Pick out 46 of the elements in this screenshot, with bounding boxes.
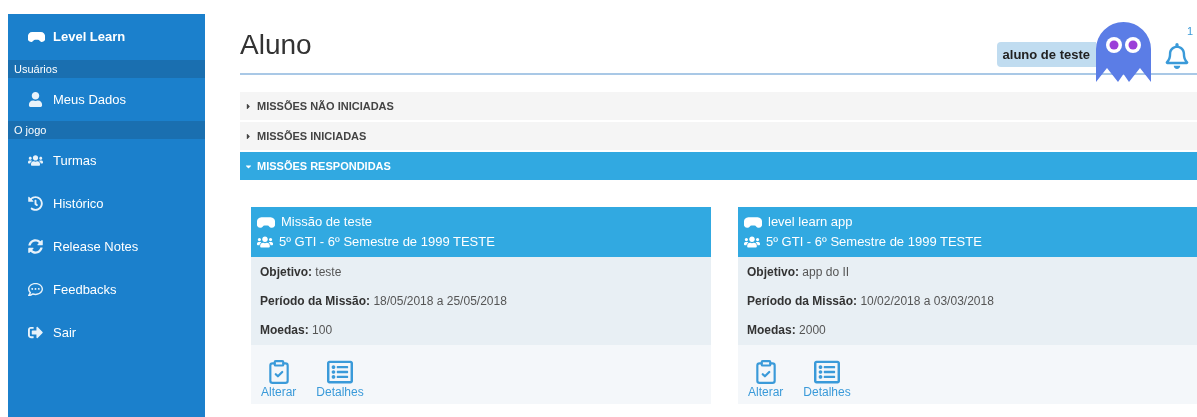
gamepad-icon [28,31,45,43]
history-icon [28,196,43,211]
class-name: 5º GTI - 6º Semestre de 1999 TESTE [279,233,495,252]
list-icon [327,359,354,385]
caret-right-icon [244,101,253,111]
notification-count: 1 [1187,26,1194,37]
ghost-avatar [1096,22,1151,82]
class-name: 5º GTI - 6º Semestre de 1999 TESTE [766,233,982,252]
caret-right-icon [244,131,253,141]
sidebar-section-heading: Usuários [8,60,205,78]
refresh-icon [28,239,43,254]
mission-title: level learn app [768,213,853,232]
sidebar-item[interactable]: Sair [8,311,205,354]
group-icon [257,234,273,250]
list-icon [814,359,841,385]
action-link[interactable]: Alterar [748,359,784,400]
group-icon [744,234,760,250]
mission-title: Missão de teste [281,213,373,232]
sidebar-item[interactable]: Meus Dados [8,78,205,121]
sidebar-item[interactable]: Release Notes [8,225,205,268]
mission-field: Período da Missão: 10/02/2018 a 03/03/2018 [747,292,1189,310]
mission-field: Moedas: 2000 [747,321,1189,339]
mission-field: Objetivo: app do II [747,263,1189,281]
mission-field: Objetivo: teste [260,263,702,281]
action-link[interactable]: Detalhes [803,359,851,400]
sidebar-section-heading: O jogo [8,121,205,139]
sidebar-item[interactable]: Turmas [8,139,205,182]
notification-bell-icon[interactable] [1165,43,1189,69]
action-link[interactable]: Alterar [261,359,297,400]
mission-field: Moedas: 100 [260,321,702,339]
page-title: Aluno [240,31,312,62]
gamepad-icon [744,215,762,229]
mission-field: Período da Missão: 18/05/2018 a 25/05/2018 [260,292,702,310]
sidebar-item[interactable]: Feedbacks [8,268,205,311]
group-icon [28,153,43,168]
sign-out-icon [28,325,43,340]
accordion-header[interactable]: MISSÕES NÃO INICIADAS [240,92,1197,120]
sidebar-item[interactable]: Histórico [8,182,205,225]
accordion-header[interactable]: MISSÕES RESPONDIDAS [240,152,1197,180]
gamepad-icon [257,215,275,229]
brand-name: Level Learn [53,28,126,47]
action-link[interactable]: Detalhes [316,359,364,400]
accordion-header[interactable]: MISSÕES INICIADAS [240,122,1197,150]
user-icon [28,92,43,107]
chat-bubble-icon [28,282,43,297]
user-name: aluno de teste [996,41,1096,67]
